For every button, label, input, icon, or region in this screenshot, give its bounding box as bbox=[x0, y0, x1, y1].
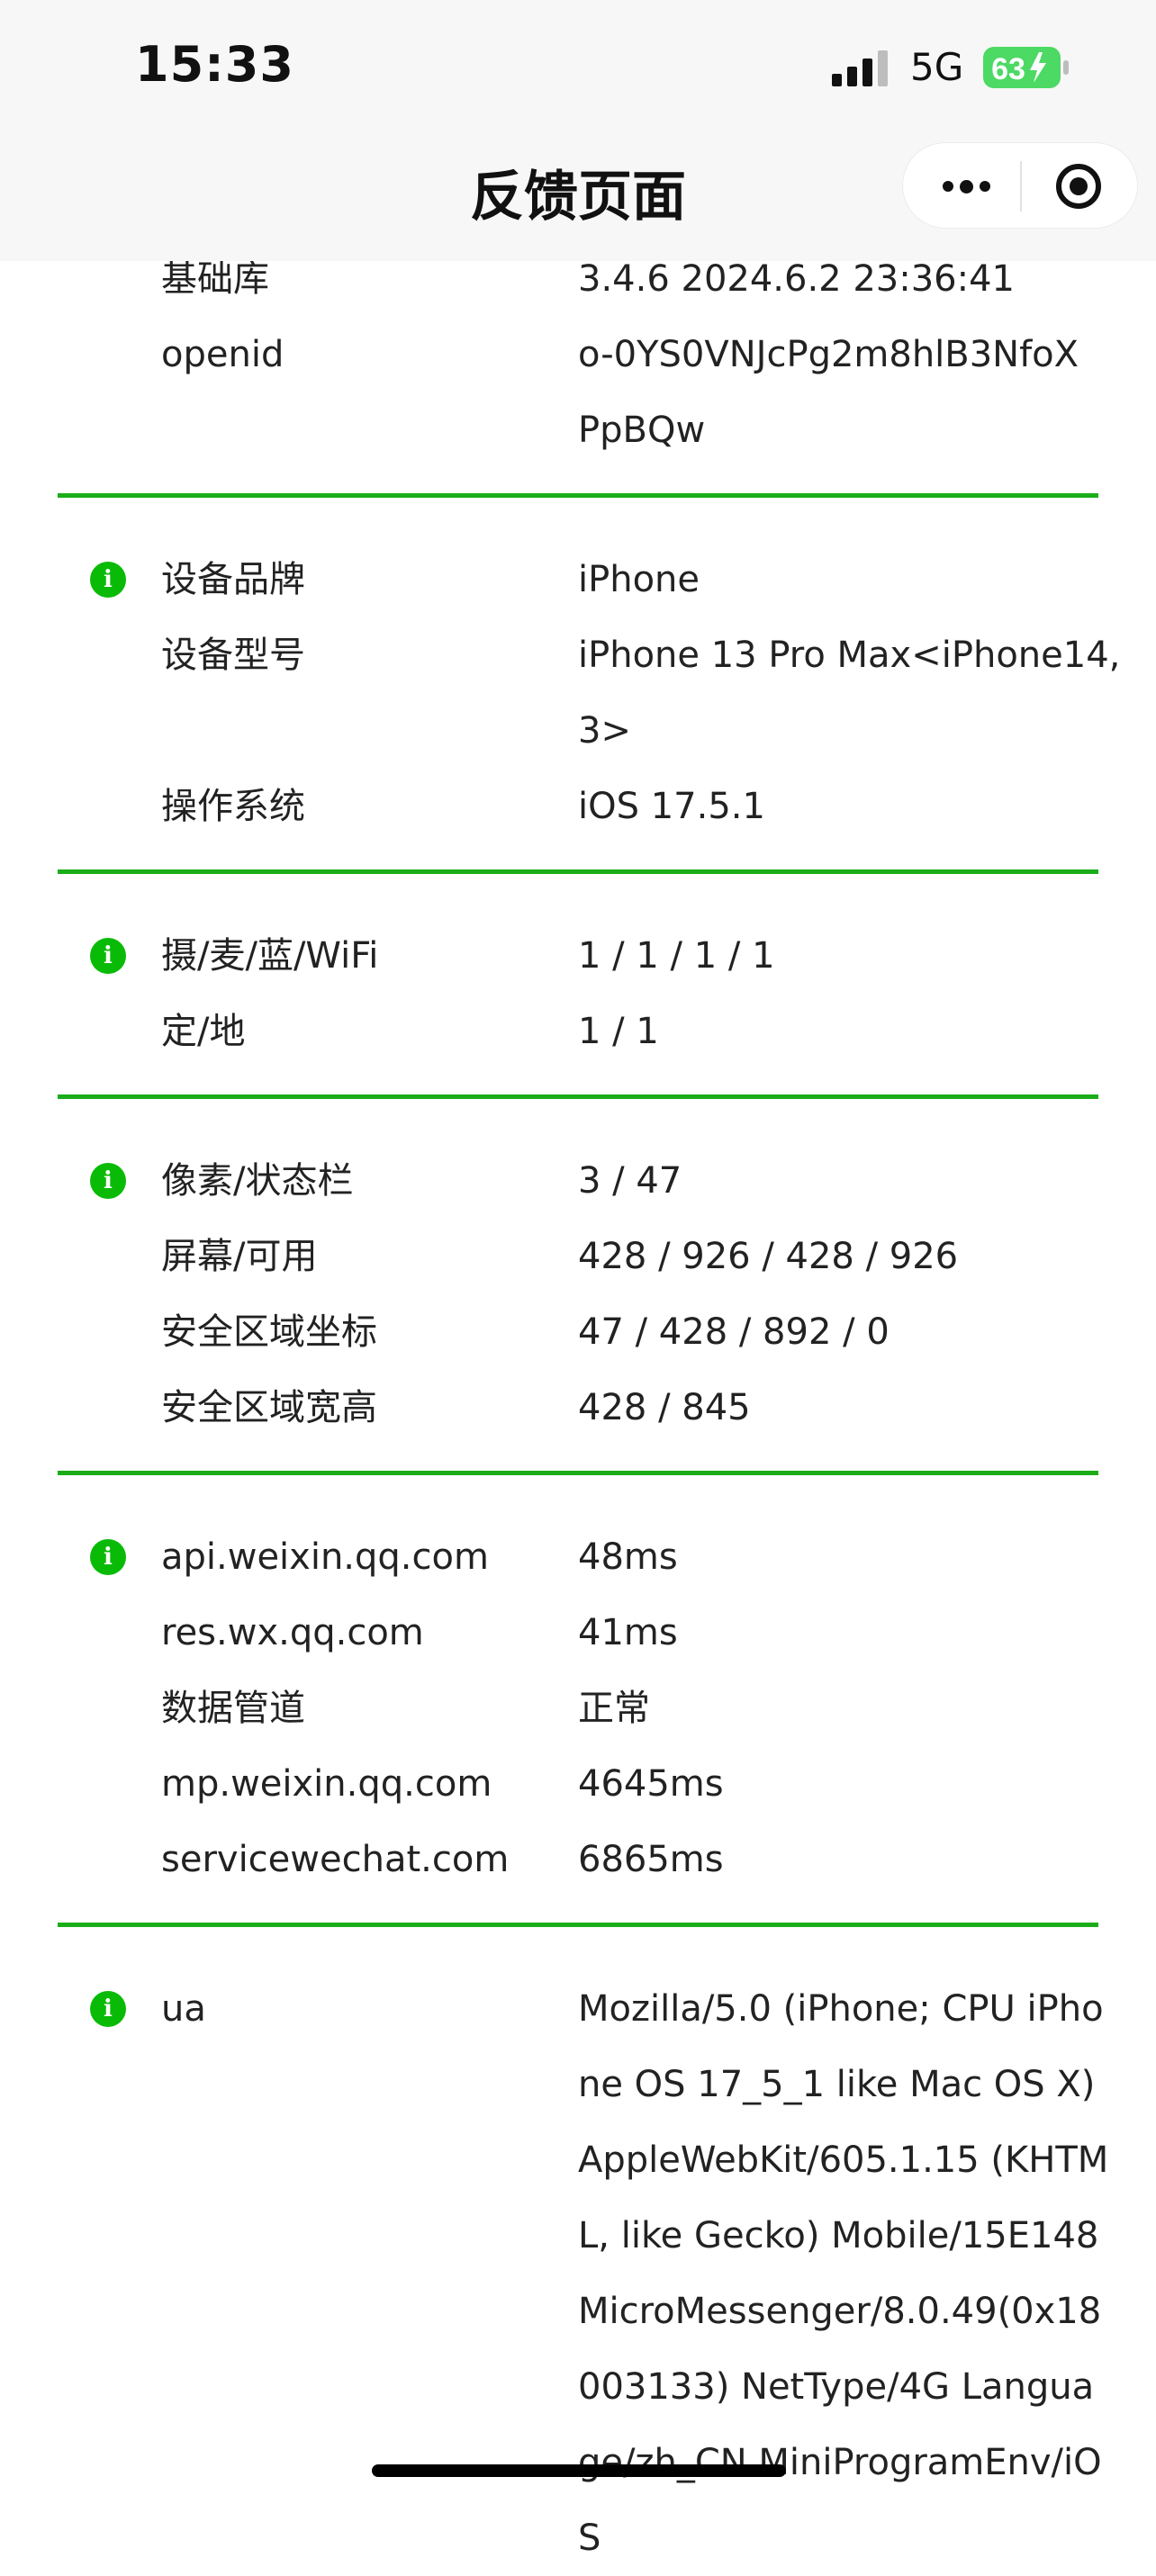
top-bar: 15:33 5G 63 反馈页面 bbox=[0, 0, 1156, 261]
info-value: ge/zh_CN MiniProgramEnv/iO bbox=[578, 2442, 1102, 2483]
info-row: api.weixin.qq.com i 48ms bbox=[0, 1519, 1156, 1595]
info-label: 像素/状态栏 bbox=[161, 1160, 354, 1202]
info-row: 定/地 1 / 1 bbox=[0, 994, 1156, 1069]
info-value: S bbox=[578, 2517, 601, 2559]
info-label: mp.weixin.qq.com bbox=[161, 1763, 492, 1805]
info-value: L, like Gecko) Mobile/15E148 bbox=[578, 2215, 1099, 2256]
info-value: 48ms bbox=[578, 1536, 678, 1578]
info-icon: i bbox=[90, 1991, 126, 2027]
section-divider bbox=[58, 1094, 1098, 1099]
info-row: openid o-0YS0VNJcPg2m8hlB3NfoX bbox=[0, 317, 1156, 392]
section-divider bbox=[58, 493, 1098, 498]
info-row: res.wx.qq.com 41ms bbox=[0, 1595, 1156, 1671]
battery-level: 63 bbox=[991, 52, 1025, 86]
info-label: 数据管道 bbox=[161, 1688, 305, 1729]
info-row: ge/zh_CN MiniProgramEnv/iO bbox=[0, 2425, 1156, 2500]
info-value: MicroMessenger/8.0.49(0x18 bbox=[578, 2291, 1102, 2332]
status-time: 15:33 bbox=[135, 36, 294, 93]
section-divider bbox=[58, 1923, 1098, 1927]
info-row: 屏幕/可用 428 / 926 / 428 / 926 bbox=[0, 1219, 1156, 1294]
info-value: 428 / 845 bbox=[578, 1387, 751, 1428]
info-label: servicewechat.com bbox=[161, 1839, 510, 1880]
info-icon: i bbox=[90, 1163, 126, 1199]
info-row: AppleWebKit/605.1.15 (KHTM bbox=[0, 2122, 1156, 2198]
info-icon: i bbox=[90, 562, 126, 598]
info-value: PpBQw bbox=[578, 410, 706, 451]
section-divider bbox=[58, 869, 1098, 874]
info-label: ua bbox=[161, 1988, 206, 2030]
info-row: mp.weixin.qq.com 4645ms bbox=[0, 1746, 1156, 1822]
info-icon: i bbox=[90, 1539, 126, 1575]
info-row: 数据管道 正常 bbox=[0, 1671, 1156, 1746]
info-value: 正常 bbox=[578, 1688, 650, 1729]
info-value: 003133) NetType/4G Langua bbox=[578, 2366, 1095, 2408]
info-value: ne OS 17_5_1 like Mac OS X) bbox=[578, 2064, 1096, 2105]
battery-icon: 63 bbox=[983, 47, 1069, 88]
info-value: 3 / 47 bbox=[578, 1160, 682, 1202]
info-value: 1 / 1 / 1 / 1 bbox=[578, 935, 775, 977]
info-row: 设备型号 iPhone 13 Pro Max<iPhone14, bbox=[0, 617, 1156, 693]
info-value: 1 / 1 bbox=[578, 1011, 659, 1052]
section-divider bbox=[58, 1471, 1098, 1475]
info-row: ua i Mozilla/5.0 (iPhone; CPU iPho bbox=[0, 1971, 1156, 2047]
info-row: 操作系统 iOS 17.5.1 bbox=[0, 769, 1156, 844]
info-label: 操作系统 bbox=[161, 786, 305, 827]
info-value: iPhone bbox=[578, 559, 700, 600]
close-miniprogram-button[interactable] bbox=[1056, 164, 1101, 209]
info-row: servicewechat.com 6865ms bbox=[0, 1822, 1156, 1897]
info-icon: i bbox=[90, 938, 126, 974]
info-row: 003133) NetType/4G Langua bbox=[0, 2349, 1156, 2425]
info-label: openid bbox=[161, 334, 284, 375]
info-row: S bbox=[0, 2500, 1156, 2576]
info-row: L, like Gecko) Mobile/15E148 bbox=[0, 2198, 1156, 2274]
info-label: 设备型号 bbox=[161, 635, 305, 676]
info-row: PpBQw bbox=[0, 392, 1156, 468]
miniprogram-capsule bbox=[902, 142, 1138, 229]
info-value: Mozilla/5.0 (iPhone; CPU iPho bbox=[578, 1988, 1104, 2030]
info-value: AppleWebKit/605.1.15 (KHTM bbox=[578, 2139, 1109, 2181]
info-label: 安全区域坐标 bbox=[161, 1311, 377, 1353]
network-type: 5G bbox=[910, 45, 964, 89]
info-row: MicroMessenger/8.0.49(0x18 bbox=[0, 2274, 1156, 2349]
info-row: 摄/麦/蓝/WiFi i 1 / 1 / 1 / 1 bbox=[0, 918, 1156, 994]
info-value: 41ms bbox=[578, 1612, 678, 1653]
cellular-signal-icon bbox=[832, 50, 888, 86]
info-row: 设备品牌 i iPhone bbox=[0, 542, 1156, 617]
info-value: 4645ms bbox=[578, 1763, 724, 1805]
info-label: 设备品牌 bbox=[161, 559, 305, 600]
info-label: 摄/麦/蓝/WiFi bbox=[161, 935, 379, 977]
more-button[interactable] bbox=[939, 159, 993, 213]
info-label: 安全区域宽高 bbox=[161, 1387, 377, 1428]
info-value: 428 / 926 / 428 / 926 bbox=[578, 1236, 959, 1277]
capsule-divider bbox=[1020, 161, 1022, 212]
info-value: o-0YS0VNJcPg2m8hlB3NfoX bbox=[578, 334, 1079, 375]
info-label: api.weixin.qq.com bbox=[161, 1536, 489, 1578]
home-indicator bbox=[372, 2464, 786, 2477]
info-value: iOS 17.5.1 bbox=[578, 786, 765, 827]
info-label: res.wx.qq.com bbox=[161, 1612, 424, 1653]
info-label: 屏幕/可用 bbox=[161, 1236, 318, 1277]
info-row: 像素/状态栏 i 3 / 47 bbox=[0, 1143, 1156, 1219]
info-row: 安全区域坐标 47 / 428 / 892 / 0 bbox=[0, 1294, 1156, 1370]
info-value: 6865ms bbox=[578, 1839, 724, 1880]
info-row: 安全区域宽高 428 / 845 bbox=[0, 1370, 1156, 1446]
info-value: 47 / 428 / 892 / 0 bbox=[578, 1311, 890, 1353]
info-value: 3> bbox=[578, 710, 631, 752]
info-row: ne OS 17_5_1 like Mac OS X) bbox=[0, 2047, 1156, 2122]
info-label: 定/地 bbox=[161, 1011, 246, 1052]
info-row: 3> bbox=[0, 693, 1156, 769]
info-value: iPhone 13 Pro Max<iPhone14, bbox=[578, 635, 1121, 676]
